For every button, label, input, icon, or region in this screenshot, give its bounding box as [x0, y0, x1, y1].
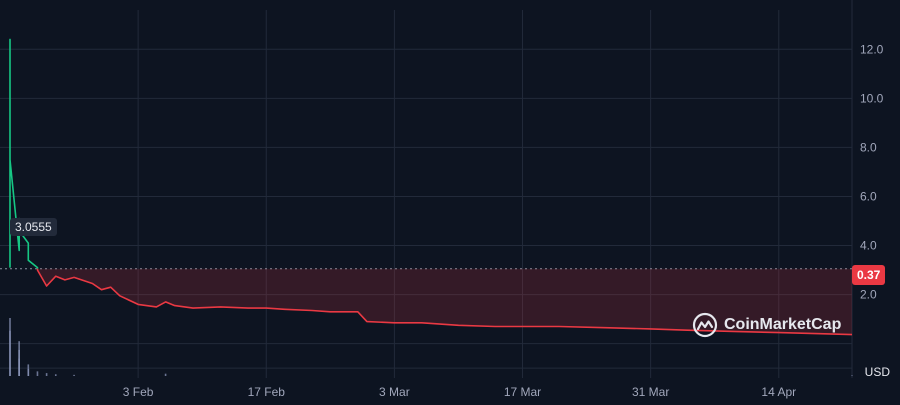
volume-bar — [27, 369, 30, 376]
x-tick-label: 31 Mar — [632, 385, 669, 399]
currency-label: USD — [864, 365, 890, 379]
volume-bar — [45, 373, 48, 376]
current-price-badge: 0.37 — [852, 265, 886, 285]
watermark-text: CoinMarketCap — [724, 316, 842, 333]
x-tick-label: 17 Feb — [248, 385, 286, 399]
volume-bar — [73, 374, 75, 376]
volume-bar — [36, 371, 39, 376]
x-tick-label: 3 Feb — [123, 385, 154, 399]
volume-bar — [164, 373, 167, 376]
coinmarketcap-watermark: CoinMarketCap — [692, 312, 841, 338]
x-tick-label: 3 Mar — [379, 385, 410, 399]
y-tick-label: 2.0 — [860, 288, 877, 302]
y-tick-label: 10.0 — [860, 91, 884, 105]
volume-bar — [18, 358, 20, 376]
x-tick-label: 17 Mar — [504, 385, 541, 399]
price-chart[interactable]: 12.0 10.0 8.0 6.0 4.0 2.0 3 Feb 17 Feb 3 Mar 17 M… — [0, 0, 900, 400]
y-tick-label: 12.0 — [860, 42, 884, 56]
volume-bar — [54, 374, 57, 376]
x-tick-label: 14 Apr — [761, 385, 796, 399]
reference-price-badge: 3.0555 — [10, 218, 57, 236]
y-tick-label: 8.0 — [860, 140, 877, 154]
y-tick-label: 4.0 — [860, 239, 877, 253]
volume-bar — [9, 330, 11, 376]
volume-bar — [851, 375, 853, 377]
y-tick-label: 6.0 — [860, 189, 877, 203]
coinmarketcap-logo-icon — [692, 312, 718, 338]
price-chart-svg: 12.0 10.0 8.0 6.0 4.0 2.0 3 Feb 17 Feb 3 Mar 17 M… — [0, 0, 884, 399]
